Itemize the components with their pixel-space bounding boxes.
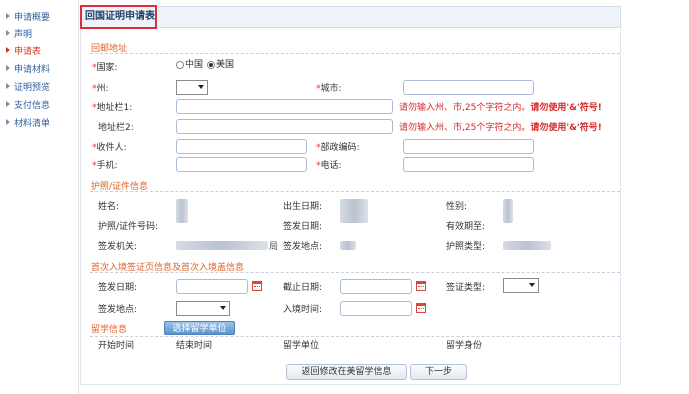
visa-place-label: 签发地点: (98, 305, 138, 315)
sidebar-item-declaration[interactable]: 声明 (6, 28, 32, 42)
radio-china[interactable] (176, 61, 184, 69)
country-label: *国家: (92, 63, 118, 73)
back-to-study-info-button[interactable]: 返回修改在美留学信息 (286, 364, 407, 380)
arrow-right-icon (6, 83, 10, 89)
sidebar-item-label: 申请表 (14, 47, 42, 57)
sidebar-item-label: 声明 (14, 30, 33, 40)
phone-label: *电话: (316, 161, 342, 171)
city-label: *城市: (316, 84, 342, 94)
entry-time-input[interactable] (340, 301, 412, 316)
birth-date-label: 出生日期: (283, 202, 323, 212)
chevron-down-icon (529, 283, 535, 287)
radio-china-label: 中国 (185, 60, 204, 70)
arrow-right-icon (6, 30, 10, 36)
phone-input[interactable] (403, 157, 534, 172)
visa-type-label: 签证类型: (446, 283, 486, 293)
calendar-icon[interactable] (252, 281, 262, 291)
sidebar-item-label: 证明预览 (14, 83, 51, 93)
column-header-study-unit: 留学单位 (283, 341, 320, 351)
expiry-date-label: 有效期至: (446, 222, 486, 232)
issue-date-label: 签发日期: (283, 222, 323, 232)
next-step-button[interactable]: 下一步 (410, 364, 467, 380)
zip-input[interactable] (403, 139, 534, 154)
radio-usa[interactable] (207, 61, 215, 69)
address2-hint: 请勿输入州、市,25个字符之内。请勿使用'&'符号! (399, 123, 602, 133)
redacted-value (176, 199, 188, 223)
address1-input[interactable] (176, 99, 393, 114)
mobile-input[interactable] (176, 157, 307, 172)
state-select[interactable] (176, 80, 208, 95)
redacted-value (503, 199, 513, 223)
zip-label: *部政编码: (316, 143, 360, 153)
sidebar-item-application-form[interactable]: 申请表 (6, 45, 41, 59)
column-header-end-time: 结束时间 (176, 341, 213, 351)
state-label: *州: (92, 84, 109, 94)
sidebar-item-label: 申请概要 (14, 13, 51, 23)
sidebar-item-checklist[interactable]: 材料清单 (6, 117, 50, 131)
passport-type-label: 护照类型: (446, 242, 486, 252)
passport-name-label: 姓名: (98, 202, 120, 212)
sidebar-item-label: 材料清单 (14, 119, 51, 129)
recipient-label: *收件人: (92, 143, 127, 153)
divider (90, 272, 620, 273)
address1-hint: 请勿输入州、市,25个字符之内。请勿使用'&'符号! (399, 103, 602, 113)
sidebar-item-label: 支付信息 (14, 101, 51, 111)
visa-issue-date-input[interactable] (176, 279, 248, 294)
redacted-value (340, 199, 368, 223)
sidebar-item-overview[interactable]: 申请概要 (6, 11, 50, 25)
chevron-down-icon (198, 85, 204, 89)
sidebar-item-payment[interactable]: 支付信息 (6, 99, 50, 113)
arrow-right-icon (6, 47, 10, 53)
gender-label: 性别: (446, 202, 468, 212)
visa-type-select[interactable] (503, 278, 539, 293)
column-header-start-time: 开始时间 (98, 341, 135, 351)
redacted-value (340, 241, 356, 250)
visa-deadline-input[interactable] (340, 279, 412, 294)
redacted-value (503, 241, 551, 250)
arrow-right-icon (6, 101, 10, 107)
form-header-bar (80, 6, 621, 28)
divider (90, 53, 620, 54)
redacted-value (176, 241, 268, 250)
arrow-right-icon (6, 13, 10, 19)
sidebar-nav: 申请概要 声明 申请表 申请材料 证明预览 支付信息 材料清单 (0, 0, 79, 394)
select-study-unit-button[interactable]: 选择留学单位 (164, 321, 235, 335)
issue-place-label: 签发地点: (283, 242, 323, 252)
visa-issue-date-label: 签发日期: (98, 283, 138, 293)
calendar-icon[interactable] (416, 281, 426, 291)
calendar-icon[interactable] (416, 303, 426, 313)
page-title: 回国证明申请表 (80, 5, 157, 29)
address2-label: 地址栏2: (98, 123, 134, 133)
recipient-input[interactable] (176, 139, 307, 154)
sidebar-item-materials[interactable]: 申请材料 (6, 63, 50, 77)
address2-input[interactable] (176, 119, 393, 134)
arrow-right-icon (6, 119, 10, 125)
section-title-study: 留学信息 (91, 325, 128, 335)
passport-number-label: 护照/证件号码: (98, 222, 159, 232)
divider (90, 191, 620, 192)
radio-usa-label: 美国 (216, 60, 235, 70)
arrow-right-icon (6, 65, 10, 71)
entry-time-label: 入境时间: (283, 305, 323, 315)
address1-label: *地址栏1: (92, 103, 133, 113)
column-header-study-status: 留学身份 (446, 341, 483, 351)
city-input[interactable] (403, 80, 534, 95)
divider (90, 336, 620, 337)
mobile-label: *手机: (92, 161, 118, 171)
issuing-authority-suffix: 局 (269, 242, 279, 252)
issuing-authority-label: 签发机关: (98, 242, 138, 252)
chevron-down-icon (220, 306, 226, 310)
sidebar-item-preview[interactable]: 证明预览 (6, 81, 50, 95)
sidebar-item-label: 申请材料 (14, 65, 51, 75)
visa-place-select[interactable] (176, 301, 230, 316)
visa-deadline-label: 截止日期: (283, 283, 323, 293)
